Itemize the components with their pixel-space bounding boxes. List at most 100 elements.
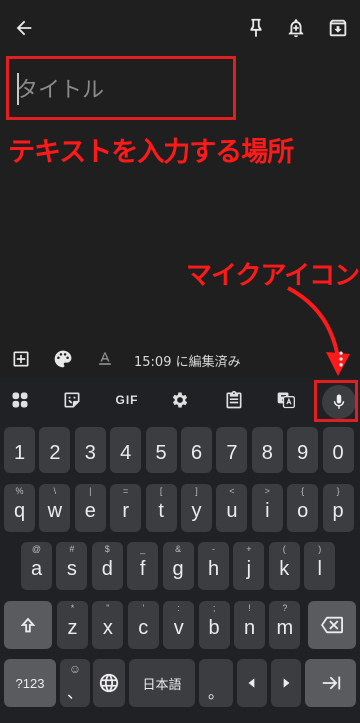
key-j-label: j	[246, 557, 252, 580]
key-e[interactable]: | e	[74, 484, 106, 532]
key-8[interactable]: 8	[251, 427, 283, 473]
key-2[interactable]: 2	[39, 427, 71, 473]
key-c[interactable]: ' c	[127, 601, 159, 649]
key-t[interactable]: [t	[145, 484, 177, 532]
key-s[interactable]: # s	[56, 542, 88, 590]
space-key[interactable]: 日本語	[129, 659, 195, 707]
language-switch-key[interactable]	[93, 659, 125, 707]
key-j[interactable]: + j	[233, 542, 265, 590]
key-z-label: z	[67, 616, 78, 639]
clipboard-icon[interactable]	[220, 386, 248, 414]
key-0[interactable]: 0	[322, 427, 354, 473]
symbols-key-label: ?123	[15, 675, 45, 691]
key-a[interactable]: @ a	[21, 542, 52, 590]
key-r[interactable]: = r	[110, 484, 142, 532]
key-y[interactable]: ] y	[181, 484, 212, 532]
shift-arrow-icon	[20, 617, 36, 633]
key-x-hint: "	[106, 603, 110, 613]
key-w-label: w	[47, 499, 63, 522]
key-k[interactable]: (k	[268, 542, 300, 590]
reminder-bell-icon[interactable]	[282, 14, 310, 42]
sticker-icon[interactable]	[58, 386, 86, 414]
key-e-hint: |	[89, 486, 92, 496]
key-l[interactable]: ) l	[304, 542, 336, 590]
gif-button[interactable]: GIF	[112, 386, 142, 414]
key-d-label: d	[101, 557, 113, 580]
key-y-hint: ]	[195, 486, 198, 496]
key-w[interactable]: \ w	[39, 484, 71, 532]
key-3[interactable]: 3	[74, 427, 106, 473]
key-2-label: 2	[49, 441, 61, 464]
key-x-label: x	[102, 616, 113, 639]
apps-grid-icon[interactable]	[6, 386, 34, 414]
edited-timestamp: 15:09 に編集済み	[134, 355, 241, 370]
archive-icon[interactable]	[324, 14, 352, 42]
triangle-right-icon	[283, 678, 290, 688]
key-b-hint: ;	[212, 603, 216, 613]
key-d[interactable]: $ d	[91, 542, 123, 590]
translate-icon[interactable]	[272, 386, 300, 414]
key-4-label: 4	[120, 441, 132, 464]
key-l-hint: )	[318, 544, 322, 554]
title-input[interactable]	[16, 74, 216, 106]
key-7[interactable]: 7	[216, 427, 248, 473]
key-v-hint: :	[177, 603, 180, 613]
key-u-label: u	[226, 499, 238, 522]
add-box-icon[interactable]	[10, 348, 32, 370]
text-format-icon[interactable]	[94, 348, 116, 370]
emoji-punctuation-key[interactable]: ☺ 、	[60, 659, 90, 707]
key-u[interactable]: < u	[216, 484, 248, 532]
key-o-hint: {	[301, 486, 305, 496]
cursor-right-key[interactable]	[271, 659, 301, 707]
key-q-label: q	[13, 499, 26, 522]
key-f[interactable]: _ f	[127, 542, 159, 590]
symbols-key[interactable]: ?123	[4, 659, 56, 707]
key-i[interactable]: > i	[251, 484, 283, 532]
key-f-hint: _	[140, 544, 146, 554]
key-v-label: v	[173, 616, 184, 639]
key-k-hint: (	[282, 544, 286, 554]
key-7-label: 7	[226, 441, 238, 464]
key-m[interactable]: ? m	[269, 601, 301, 649]
key-q[interactable]: % q	[4, 484, 35, 532]
key-e-label: e	[84, 499, 96, 522]
key-x[interactable]: " x	[92, 601, 124, 649]
key-1[interactable]: 1	[4, 427, 35, 473]
key-6-label: 6	[190, 441, 203, 464]
period-key[interactable]: 。	[199, 659, 233, 707]
top-app-bar	[0, 0, 360, 56]
key-q-hint: %	[15, 486, 24, 496]
settings-gear-icon[interactable]	[166, 386, 194, 414]
key-o[interactable]: {o	[287, 484, 319, 532]
palette-icon[interactable]	[52, 348, 74, 370]
key-z[interactable]: * z	[57, 601, 88, 649]
key-b[interactable]: ; b	[198, 601, 230, 649]
key-5[interactable]: 5	[145, 427, 177, 473]
comma-label: 、	[66, 685, 83, 702]
key-n-hint: !	[248, 603, 251, 613]
shift-key[interactable]	[4, 601, 52, 649]
key-4[interactable]: 4	[110, 427, 142, 473]
key-9[interactable]: 9	[287, 427, 319, 473]
key-g[interactable]: & g	[162, 542, 194, 590]
key-m-label: m	[276, 616, 294, 639]
pin-icon[interactable]	[242, 14, 270, 42]
key-6[interactable]: 6	[181, 427, 212, 473]
key-u-hint: <	[229, 486, 235, 496]
key-j-hint: +	[246, 544, 252, 554]
key-n[interactable]: ! n	[234, 601, 265, 649]
key-p[interactable]: } p	[322, 484, 354, 532]
key-d-hint: $	[104, 544, 110, 554]
key-p-label: p	[332, 499, 344, 522]
key-v[interactable]: :v	[163, 601, 195, 649]
backspace-key[interactable]	[308, 601, 356, 649]
key-t-hint: [	[159, 486, 163, 496]
key-h[interactable]: -h	[198, 542, 229, 590]
enter-key[interactable]	[305, 659, 356, 707]
cursor-left-key[interactable]	[237, 659, 267, 707]
more-options-icon[interactable]	[330, 348, 352, 370]
key-m-hint: ?	[282, 603, 288, 613]
emoji-hint: ☺	[68, 662, 82, 676]
key-b-label: b	[208, 616, 220, 639]
back-arrow-icon[interactable]	[10, 14, 38, 42]
